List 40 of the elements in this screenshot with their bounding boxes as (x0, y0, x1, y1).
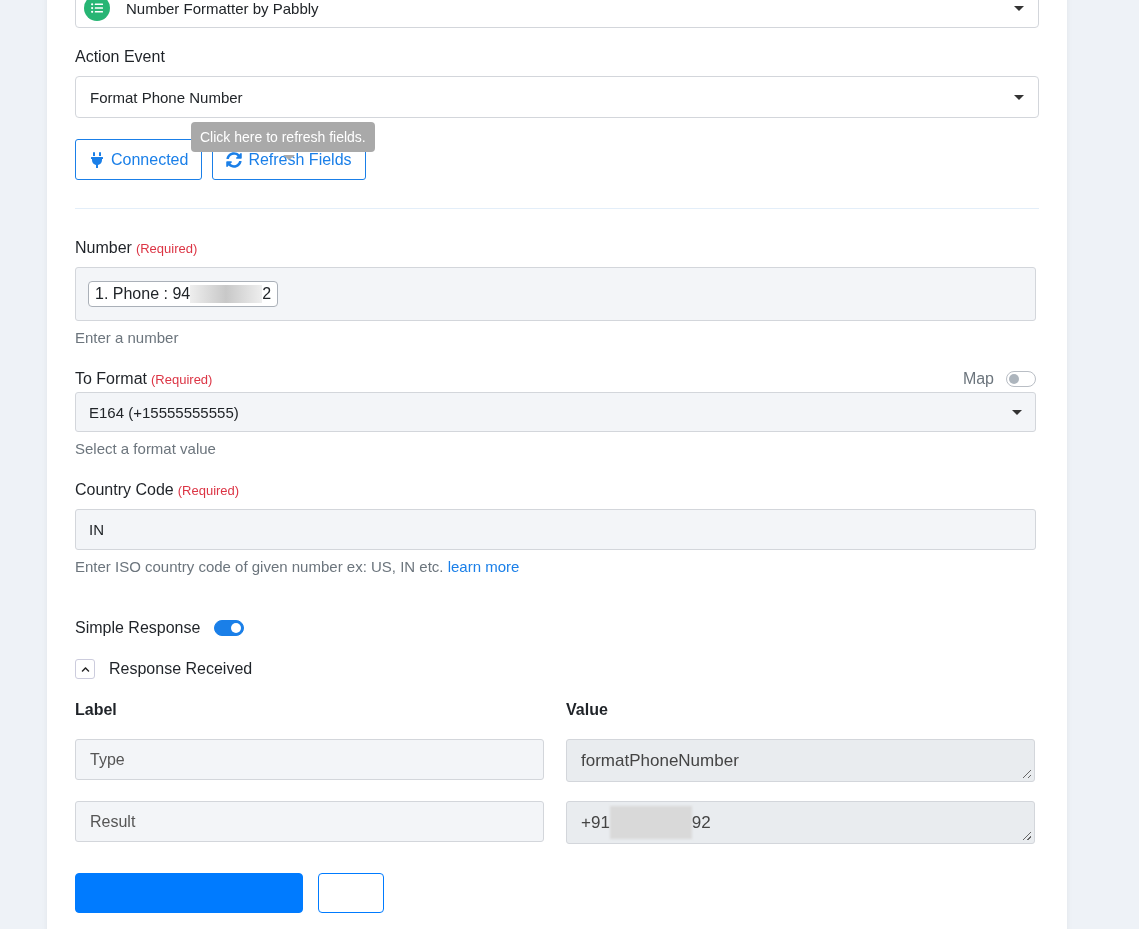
country-code-field[interactable]: IN (75, 509, 1036, 550)
learn-more-link[interactable]: learn more (447, 558, 520, 575)
help-text: Enter a number (75, 329, 180, 346)
refresh-icon (226, 151, 243, 168)
app-select[interactable]: Number Formatter by Pabbly (75, 0, 1039, 28)
response-title: Response Received (109, 660, 253, 678)
field-label: Action Event (75, 48, 165, 66)
caret-icon (1014, 5, 1024, 11)
plug-icon (89, 151, 105, 168)
simple-response-label: Simple Response (75, 619, 201, 637)
label-field: Type (75, 739, 544, 780)
caret-icon (1012, 409, 1022, 415)
resize-grip-icon (1023, 770, 1031, 778)
tooltip: Click here to refresh fields. (191, 122, 375, 152)
format-select[interactable]: E164 (+15555555555) (75, 392, 1036, 432)
outline-button[interactable] (318, 873, 384, 913)
required-label: (Required) (151, 372, 213, 387)
label-field: Result (75, 801, 544, 842)
help-text: Enter ISO country code of given number ex: US, IN etc. learn more (75, 558, 521, 575)
caret-icon (1014, 94, 1024, 100)
value-field: formatPhoneNumber (566, 739, 1035, 782)
resize-grip-icon (1023, 832, 1031, 840)
field-label: Number (75, 239, 132, 257)
column-heading: Label (75, 701, 118, 719)
map-toggle[interactable] (1006, 371, 1036, 387)
help-text: Select a format value (75, 440, 217, 457)
field-label: To Format (75, 370, 147, 388)
field-label: Country Code (75, 481, 174, 499)
list-icon (84, 0, 110, 21)
simple-response-toggle[interactable] (214, 620, 245, 636)
required-label: (Required) (135, 241, 198, 256)
phone-tag: 1. Phone : 94 2 (88, 281, 279, 307)
value-field: +91 92 (566, 801, 1035, 844)
required-label: (Required) (177, 483, 240, 498)
chevron-up-icon (80, 664, 90, 674)
column-heading: Value (566, 701, 609, 719)
map-label: Map (962, 370, 994, 388)
number-field[interactable]: 1. Phone : 94 2 (75, 267, 1036, 321)
action-event-select[interactable]: Format Phone Number (75, 76, 1039, 118)
collapse-button[interactable] (75, 659, 95, 679)
